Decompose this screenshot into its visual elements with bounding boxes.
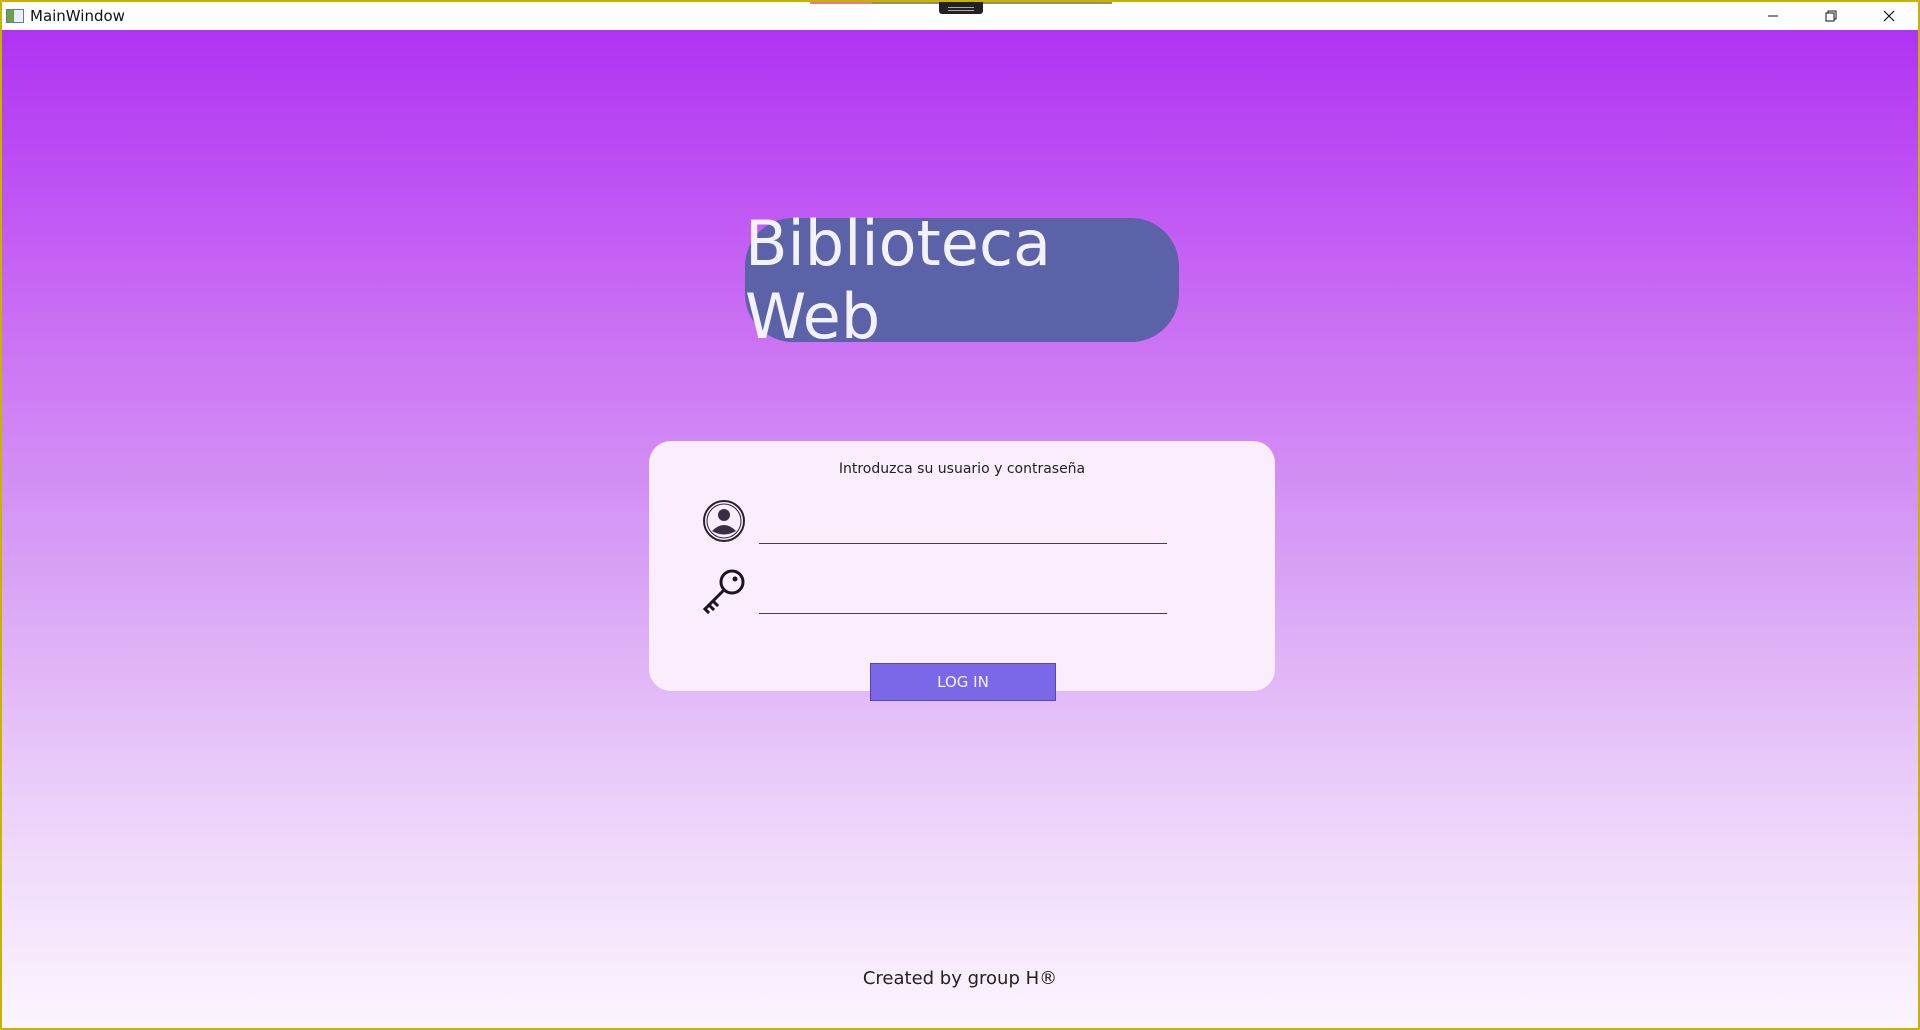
key-icon bbox=[702, 569, 745, 615]
password-input[interactable] bbox=[759, 582, 1167, 614]
password-row bbox=[699, 566, 1179, 616]
username-input[interactable] bbox=[759, 512, 1167, 544]
username-row bbox=[699, 496, 1179, 546]
login-instruction: Introduzca su usuario y contraseña bbox=[838, 461, 1086, 477]
close-button[interactable] bbox=[1860, 2, 1918, 30]
title-bar[interactable]: MainWindow bbox=[2, 2, 1918, 30]
restore-button[interactable] bbox=[1802, 2, 1860, 30]
app-heading-pill: Biblioteca Web bbox=[745, 207, 1179, 353]
login-screen: Biblioteca Web Introduzca su usuario y c… bbox=[2, 30, 1918, 1028]
window-title: MainWindow bbox=[30, 7, 125, 25]
user-icon bbox=[703, 500, 745, 542]
close-icon bbox=[1883, 10, 1895, 22]
restore-icon bbox=[1825, 10, 1837, 22]
taskbar-accent bbox=[872, 2, 1112, 4]
app-icon bbox=[6, 9, 24, 23]
login-card: Introduzca su usuario y contraseña LOG I… bbox=[649, 441, 1275, 701]
main-window: MainWindow Biblioteca Web Introduzca su … bbox=[0, 0, 1920, 1030]
taskbar-accent bbox=[810, 2, 872, 4]
login-button[interactable]: LOG IN bbox=[870, 663, 1056, 701]
snap-layout-handle[interactable] bbox=[939, 2, 983, 14]
minimize-button[interactable] bbox=[1744, 2, 1802, 30]
minimize-icon bbox=[1768, 15, 1778, 17]
footer-credit: Created by group H® bbox=[862, 968, 1058, 989]
app-heading: Biblioteca Web bbox=[745, 207, 1052, 353]
window-controls bbox=[1744, 2, 1918, 30]
